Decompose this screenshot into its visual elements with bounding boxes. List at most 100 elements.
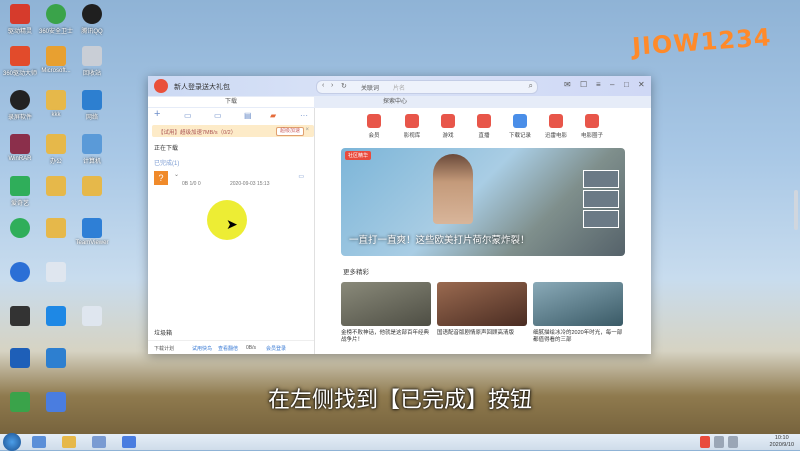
- taskbar: 10:10 2020/9/10: [0, 433, 800, 451]
- clock-date: 2020/9/10: [769, 442, 794, 448]
- taskbar-clock[interactable]: 10:10 2020/9/10: [770, 435, 794, 449]
- forward-icon[interactable]: ›: [331, 82, 333, 89]
- member-login-link[interactable]: 会员登录: [266, 345, 286, 352]
- maximize-icon[interactable]: □: [624, 80, 629, 89]
- nav-live[interactable]: 直播: [471, 114, 497, 139]
- desktop-icon-8[interactable]: kkk: [38, 90, 74, 118]
- hero-thumbnail[interactable]: [583, 210, 619, 228]
- nav-movie-circle[interactable]: 电影圈子: [579, 114, 605, 139]
- desktop-icon-10[interactable]: WinRAR: [2, 134, 38, 162]
- check-double-link[interactable]: 查看翻倍: [218, 345, 238, 352]
- tab-explore[interactable]: 探索中心: [315, 97, 475, 107]
- desktop-icon-19[interactable]: [2, 262, 38, 284]
- folder-icon[interactable]: ▭: [298, 173, 304, 180]
- download-plan-link[interactable]: 下载计划: [154, 345, 174, 352]
- hero-thumbnail[interactable]: [583, 170, 619, 188]
- more-icon[interactable]: ···: [300, 111, 308, 120]
- desktop-icon-15[interactable]: [74, 176, 110, 198]
- search-keyword-tag[interactable]: 关联词: [361, 83, 379, 92]
- video-card-title[interactable]: 国语配音版剧情原声回顾高清版: [437, 330, 527, 337]
- desktop-icon-5[interactable]: Microsoft...: [38, 46, 74, 74]
- nav-xunlei-movies[interactable]: 迅雷电影: [543, 114, 569, 139]
- super-speed-button[interactable]: 超级加速: [276, 127, 305, 136]
- download-toolbar: + ▭ ▭ ▤ ▰ ···: [148, 108, 314, 122]
- desktop-icon-25[interactable]: [38, 348, 74, 370]
- qq-icon: [82, 4, 102, 24]
- desktop-icon-20[interactable]: [38, 262, 74, 284]
- window-title[interactable]: 新人登录送大礼包: [174, 82, 230, 92]
- back-icon[interactable]: ‹: [322, 82, 324, 89]
- desktop-icon-9[interactable]: 网络: [74, 90, 110, 121]
- mail-icon[interactable]: ✉: [564, 80, 571, 89]
- nav-games[interactable]: 游戏: [435, 114, 461, 139]
- nav-member[interactable]: 会员: [361, 114, 387, 139]
- menu-icon[interactable]: ≡: [596, 80, 601, 89]
- add-task-icon[interactable]: +: [154, 108, 160, 120]
- video-card-3[interactable]: [533, 282, 623, 326]
- nav-download-history[interactable]: 下载记录: [507, 114, 533, 139]
- refresh-icon[interactable]: ↻: [341, 82, 347, 90]
- downloading-section[interactable]: 正在下载: [154, 143, 178, 152]
- video-card-2[interactable]: [437, 282, 527, 326]
- open-folder-icon[interactable]: ▭: [214, 111, 222, 120]
- taskbar-app-icon[interactable]: [92, 436, 106, 448]
- desktop-icon-13[interactable]: 爱奇艺: [2, 176, 38, 207]
- tray-sogou-icon[interactable]: [700, 436, 710, 448]
- file-time: 2020-09-03 15:13: [230, 181, 270, 187]
- tray-volume-icon[interactable]: [728, 436, 738, 448]
- search-icon[interactable]: ⌕: [529, 81, 533, 91]
- taskbar-explorer-icon[interactable]: [62, 436, 76, 448]
- skin-icon[interactable]: ☐: [580, 80, 587, 89]
- taskbar-thunder-icon[interactable]: [122, 436, 136, 448]
- trash-section[interactable]: 垃圾箱: [154, 328, 172, 337]
- banner-close-icon[interactable]: ×: [305, 127, 309, 133]
- desktop-icon-4[interactable]: 360驱动大师: [2, 46, 38, 77]
- desktop-icon-22[interactable]: [38, 306, 74, 328]
- nav-movie-library[interactable]: 影视库: [399, 114, 425, 139]
- speedup-banner: 【试用】超级加速7MB/s（0/2） 超级加速 ×: [152, 125, 314, 137]
- hero-thumbnail[interactable]: [583, 190, 619, 208]
- desktop-icon-6[interactable]: 回收站: [74, 46, 110, 77]
- list-item[interactable]: ? ⌄ 0B 1/0 0 2020-09-03 15:13 ▭: [154, 171, 310, 189]
- desktop-icon-7[interactable]: 录屏软件: [2, 90, 38, 121]
- desktop-icon-3[interactable]: 腾讯QQ: [74, 4, 110, 35]
- computer-icon: [82, 134, 102, 154]
- app-logo-icon: [154, 79, 168, 93]
- tray-network-icon[interactable]: [714, 436, 724, 448]
- start-button[interactable]: [3, 433, 21, 451]
- hero-banner[interactable]: 社区精华 一直打一直爽！这些欧美打片荷尔蒙炸裂！: [341, 148, 625, 256]
- app-icon: [10, 218, 30, 238]
- desktop-icon-1[interactable]: 驱动精灵: [2, 4, 38, 35]
- address-bar[interactable]: ‹ › ↻ 关联词 片名 ⌕: [316, 80, 538, 94]
- desktop-icon-18[interactable]: TeamViewer: [74, 218, 110, 246]
- minimize-icon[interactable]: –: [610, 80, 614, 89]
- completed-section[interactable]: 已完成(1): [154, 158, 179, 167]
- folder-icon: [46, 176, 66, 196]
- tab-download[interactable]: 下载: [148, 97, 314, 107]
- try-kuainiao-link[interactable]: 试用快鸟: [192, 345, 212, 352]
- desktop-icon-14[interactable]: [38, 176, 74, 198]
- search-input[interactable]: 片名: [393, 83, 405, 92]
- taskbar-browser-icon[interactable]: [32, 436, 46, 448]
- close-icon[interactable]: ✕: [638, 80, 645, 89]
- desktop-icon-2[interactable]: 360安全卫士: [38, 4, 74, 35]
- new-folder-icon[interactable]: ▭: [184, 111, 192, 120]
- hero-caption[interactable]: 一直打一直爽！这些欧美打片荷尔蒙炸裂！: [349, 232, 530, 246]
- desktop-icon-16[interactable]: [2, 218, 38, 240]
- desktop-icon-12[interactable]: 计算机: [74, 134, 110, 165]
- desktop-icon-21[interactable]: [2, 306, 38, 328]
- explore-panel: 会员 影视库 游戏 直播 下载记录 迅雷电影 电影圈子 社区精华 一直打一直爽！…: [315, 108, 651, 354]
- desktop-icon-17[interactable]: [38, 218, 74, 240]
- gift-icon[interactable]: ▰: [270, 111, 276, 120]
- expand-chevron-icon[interactable]: ⌄: [174, 171, 179, 178]
- batch-icon[interactable]: ▤: [244, 111, 252, 120]
- history-icon: [513, 114, 527, 128]
- desktop-icon-23[interactable]: [74, 306, 110, 328]
- desktop-icon-24[interactable]: [2, 348, 38, 370]
- desktop-icon-11[interactable]: 办公: [38, 134, 74, 165]
- video-card-1[interactable]: [341, 282, 431, 326]
- video-card-title[interactable]: 金榜不败神话，他就是这部百年经典战争片！: [341, 330, 431, 344]
- video-card-title[interactable]: 细腻描绘冰冷的2020年时光，每一部都值得看的三部: [533, 330, 623, 344]
- document-icon: [46, 262, 66, 282]
- desktop-scrollbar[interactable]: [794, 190, 798, 230]
